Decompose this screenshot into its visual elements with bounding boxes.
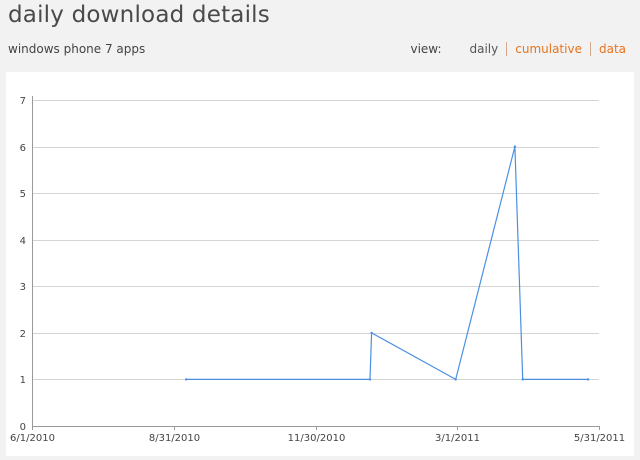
data-point xyxy=(185,378,188,381)
x-tick-label: 11/30/2010 xyxy=(288,433,346,444)
y-tick-label: 5 xyxy=(20,189,26,200)
y-tick-label: 7 xyxy=(20,96,26,107)
y-tick-label: 6 xyxy=(20,143,26,154)
view-data-link[interactable]: data xyxy=(589,42,634,56)
data-point xyxy=(521,378,524,381)
series-line xyxy=(186,146,589,381)
x-tick-label: 6/1/2010 xyxy=(10,433,55,444)
download-chart: 0 1 2 3 4 5 6 7 6/1/2010 8/31/2010 11/30/2010 3/1/2… xyxy=(10,96,625,444)
y-tick-label: 0 xyxy=(20,422,26,433)
data-point xyxy=(586,378,590,381)
page-title: daily download details xyxy=(8,2,270,28)
y-tick-label: 3 xyxy=(20,282,26,293)
x-tick-label: 8/31/2010 xyxy=(149,433,200,444)
view-daily-link[interactable]: daily xyxy=(462,42,507,56)
y-tick-label: 2 xyxy=(20,329,26,340)
data-point xyxy=(513,145,517,148)
y-tick-label: 1 xyxy=(20,375,26,386)
chart-panel: 0 1 2 3 4 5 6 7 6/1/2010 8/31/2010 11/30/2010 3/1/2… xyxy=(6,72,634,456)
x-tick-label: 5/31/2011 xyxy=(574,433,625,444)
page-subtitle: windows phone 7 apps xyxy=(8,42,146,56)
x-tick-label: 3/1/2011 xyxy=(435,433,480,444)
data-point xyxy=(454,378,457,381)
data-point xyxy=(370,331,373,335)
y-tick-label: 4 xyxy=(20,236,26,247)
view-switch: view: daily cumulative data xyxy=(410,42,634,56)
data-point xyxy=(368,378,372,381)
view-cumulative-link[interactable]: cumulative xyxy=(506,42,590,56)
view-label: view: xyxy=(410,42,442,56)
